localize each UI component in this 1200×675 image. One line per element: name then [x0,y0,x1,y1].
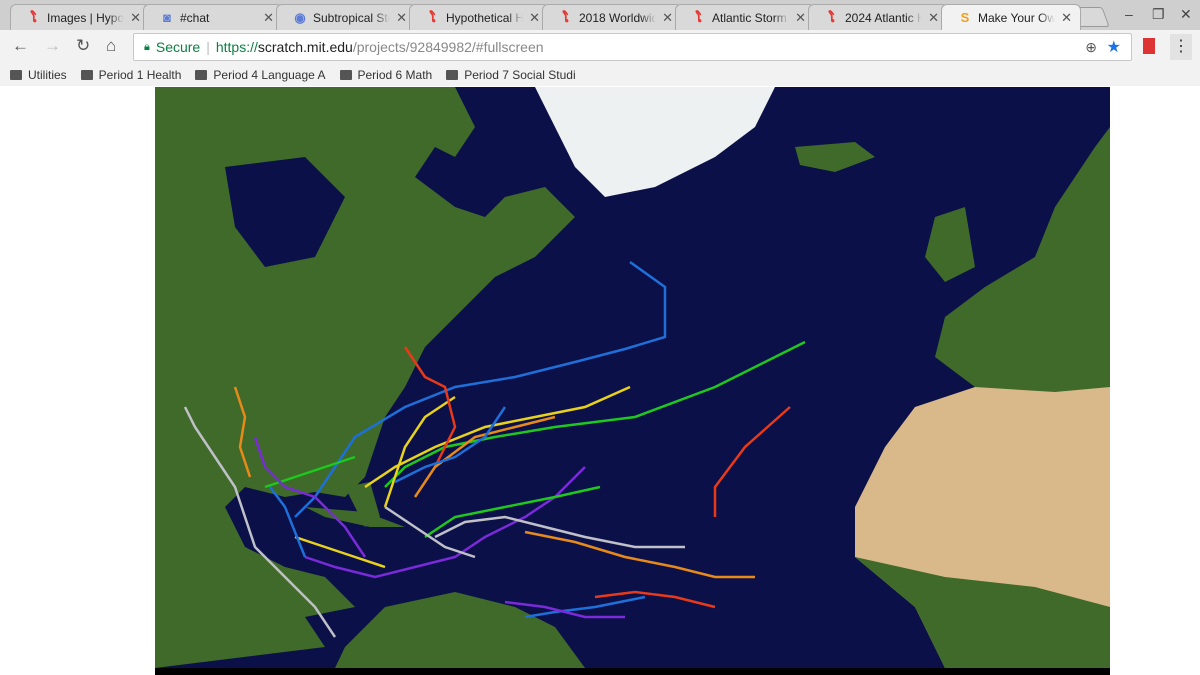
close-tab-icon[interactable]: ✕ [1061,10,1072,26]
tab-title: Images | Hypoth [47,10,125,25]
minimize-icon[interactable]: – [1125,6,1133,22]
hurricane-track-map [155,87,1110,675]
hurricane-icon: ໂ [430,9,436,25]
url-scheme: https:// [215,39,258,55]
bookmark-label: Period 4 Language A [213,68,326,82]
tab[interactable]: ໂ 2018 Worldwide ✕ [542,4,682,30]
tab-title: 2018 Worldwide [579,10,657,25]
back-icon[interactable]: ← [12,36,29,56]
lock-icon: 🔒︎ [144,40,150,53]
bookmarks-bar: Utilities Period 1 Health Period 4 Languag… [0,64,1200,86]
tab[interactable]: ໂ 2024 Atlantic Hu ✕ [808,4,948,30]
extension-icon[interactable] [1143,38,1155,54]
close-tab-icon[interactable]: ✕ [795,10,806,26]
bookmark-folder[interactable]: Utilities [10,68,67,82]
tab[interactable]: ໂ Hypothetical Hur ✕ [409,4,549,30]
restore-icon[interactable]: ❐ [1152,6,1165,23]
bookmark-folder[interactable]: Period 7 Social Studi [446,68,576,82]
hurricane-icon: ໂ [829,9,835,25]
tab[interactable]: S Make Your Own ✕ [941,4,1081,30]
folder-icon [80,70,93,80]
folder-icon [195,70,208,80]
tab-title: 2024 Atlantic Hu [845,10,923,25]
url-host: scratch.mit.edu [257,39,353,55]
bookmark-label: Period 1 Health [98,68,182,82]
bookmark-folder[interactable]: Period 1 Health [80,68,182,82]
bookmark-folder[interactable]: Period 4 Language A [195,68,326,82]
home-icon[interactable]: ⌂ [106,36,116,56]
tab-title: Subtropical Storm [313,10,390,25]
url-path: /projects/92849982/#fullscreen [352,39,544,55]
address-bar[interactable]: 🔒︎ Secure | https://scratch.mit.edu/proj… [133,33,1132,61]
close-tab-icon[interactable]: ✕ [662,10,673,26]
bookmark-star-icon[interactable]: ★ [1107,37,1121,57]
bookmark-label: Period 6 Math [357,68,433,82]
divider: | [206,39,210,55]
tab-strip: ໂ Images | Hypoth ✕ ◙ #chat ✕ ◉ Subtropical Sto… [0,0,1200,30]
discord-icon: ◙ [163,10,171,25]
tab-title: Make Your Own [978,10,1056,25]
bookmark-folder[interactable]: Period 6 Math [339,68,433,82]
tab[interactable]: ◙ #chat ✕ [143,4,283,30]
folder-icon [10,70,22,80]
hurricane-icon: ໂ [31,9,37,25]
menu-icon[interactable]: ⋮ [1170,34,1192,60]
secure-label: Secure [155,39,201,55]
bookmark-label: Utilities [28,68,67,82]
hurricane-icon: ໂ [563,9,569,25]
tab-title: Atlantic Storm M [712,10,789,25]
bookmark-label: Period 7 Social Studi [464,68,576,82]
toolbar: ← → ↻ ⌂ 🔒︎ Secure | https://scratch.mit.… [0,30,1200,64]
forward-icon[interactable]: → [44,36,61,56]
close-tab-icon[interactable]: ✕ [529,10,540,26]
close-tab-icon[interactable]: ✕ [263,10,274,26]
scratch-stage[interactable] [155,87,1110,675]
tab-title: #chat [180,10,210,25]
tab[interactable]: ໂ Images | Hypoth ✕ [10,4,150,30]
close-tab-icon[interactable]: ✕ [130,10,141,26]
folder-icon [446,70,459,80]
tab[interactable]: ◉ Subtropical Storm ✕ [276,4,416,30]
folder-icon [339,70,352,80]
tab-title: Hypothetical Hur [446,10,524,25]
scratch-icon: S [960,10,970,25]
reload-icon[interactable]: ↻ [76,36,90,56]
close-tab-icon[interactable]: ✕ [396,10,407,26]
close-window-icon[interactable]: ✕ [1180,6,1192,23]
noaa-icon: ◉ [294,9,306,25]
zoom-icon[interactable]: ⊕ [1085,39,1097,56]
close-tab-icon[interactable]: ✕ [928,10,939,26]
hurricane-icon: ໂ [696,9,702,25]
tab[interactable]: ໂ Atlantic Storm M ✕ [675,4,815,30]
